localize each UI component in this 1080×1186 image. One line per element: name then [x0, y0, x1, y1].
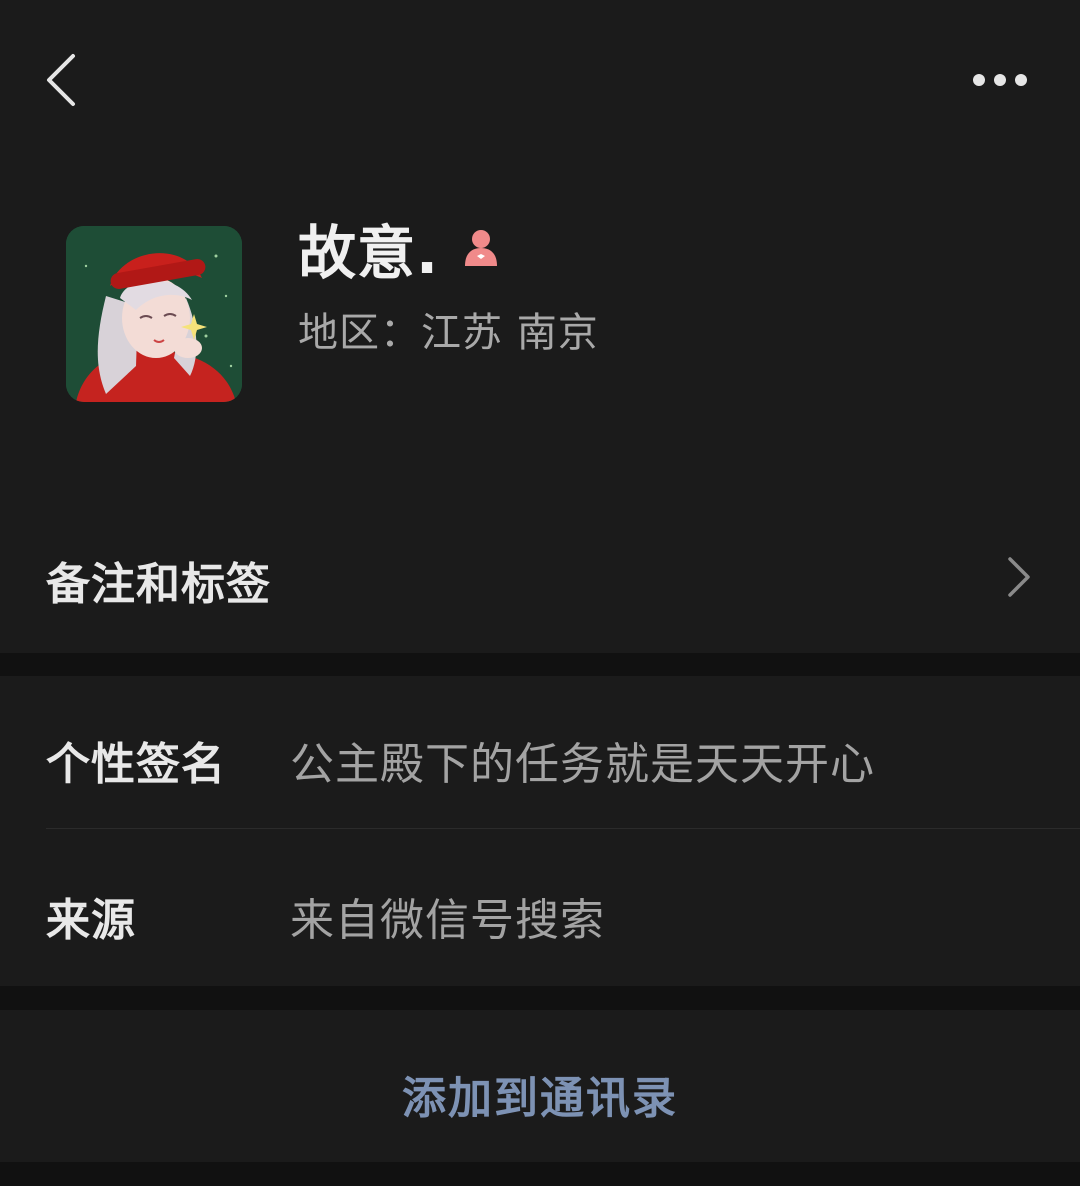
back-button[interactable] — [30, 45, 90, 115]
source-value: 来自微信号搜索 — [290, 895, 605, 946]
row-divider — [46, 828, 1080, 829]
profile-header: 故意. 地区：江苏 南京 — [0, 0, 1080, 500]
section-gap — [0, 986, 1080, 1010]
more-options-button[interactable] — [960, 50, 1040, 110]
female-icon — [465, 230, 498, 266]
add-to-contacts-button[interactable]: 添加到通讯录 — [0, 1010, 1080, 1162]
ellipsis-icon — [973, 74, 1027, 86]
contact-name: 故意. — [298, 219, 440, 287]
avatar[interactable] — [66, 226, 242, 402]
chevron-right-icon — [1008, 557, 1030, 597]
chevron-left-icon — [47, 54, 75, 106]
source-label: 来源 — [46, 895, 136, 946]
remark-and-tags-label: 备注和标签 — [46, 559, 271, 610]
add-to-contacts-label: 添加到通讯录 — [402, 1073, 678, 1124]
signature-value: 公主殿下的任务就是天天开心 — [290, 739, 875, 790]
contact-profile-screen: 故意. 地区：江苏 南京 备注和标签 个性签名 公主殿下的任务就是天天开心 来源… — [0, 0, 1080, 1186]
section-gap — [0, 653, 1080, 676]
signature-label: 个性签名 — [46, 739, 226, 790]
region-text: 地区：江苏 南京 — [298, 310, 599, 356]
profile-name-line: 故意. — [298, 208, 503, 288]
info-card: 个性签名 公主殿下的任务就是天天开心 来源 来自微信号搜索 — [0, 676, 1080, 986]
avatar-image — [66, 226, 242, 402]
remark-and-tags-row[interactable]: 备注和标签 — [0, 500, 1080, 653]
